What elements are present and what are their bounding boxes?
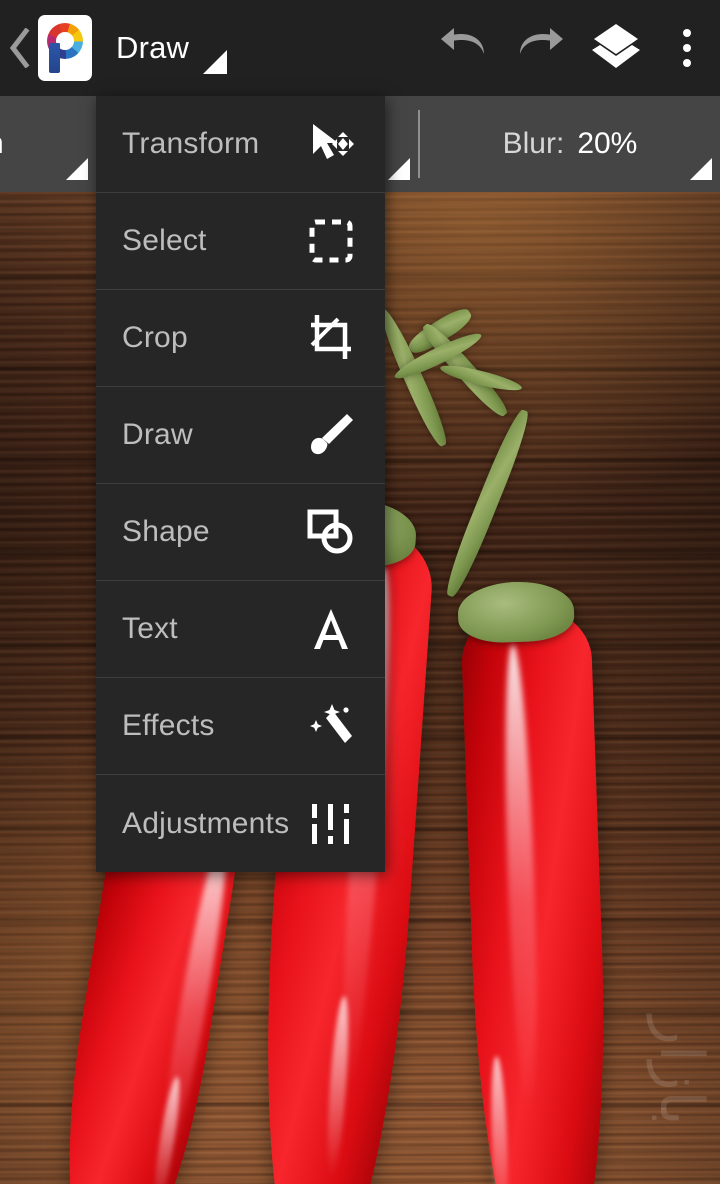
menu-item-transform[interactable]: Transform: [96, 96, 385, 193]
back-button[interactable]: [2, 0, 36, 96]
marquee-select-icon: [303, 213, 359, 269]
paintbrush-icon: [303, 407, 359, 463]
menu-item-effects[interactable]: Effects: [96, 678, 385, 775]
blur-value: 20%: [577, 127, 638, 160]
sliders-icon: [303, 796, 359, 852]
overflow-menu-button[interactable]: [654, 0, 720, 96]
menu-item-select[interactable]: Select: [96, 193, 385, 290]
shapes-icon: [303, 504, 359, 560]
undo-button[interactable]: [426, 0, 502, 96]
layers-icon: [590, 22, 642, 75]
cursor-move-icon: [303, 116, 359, 172]
menu-item-label: Shape: [122, 515, 210, 548]
menu-item-draw[interactable]: Draw: [96, 387, 385, 484]
blur-dropdown-triangle-icon: [690, 158, 712, 180]
menu-item-crop[interactable]: Crop: [96, 290, 385, 387]
crop-icon: [303, 310, 359, 366]
more-vertical-icon: [683, 29, 691, 67]
brush-selector[interactable]: sh: [0, 96, 96, 192]
menu-item-shape[interactable]: Shape: [96, 484, 385, 581]
brush-size-dropdown-triangle-icon: [388, 158, 410, 180]
menu-item-text[interactable]: Text: [96, 581, 385, 678]
redo-icon: [514, 26, 566, 71]
text-a-icon: [303, 601, 359, 657]
menu-item-adjustments[interactable]: Adjustments: [96, 775, 385, 872]
chevron-left-icon: [8, 28, 30, 68]
blur-selector[interactable]: Blur: 20%: [420, 96, 720, 192]
undo-icon: [438, 26, 490, 71]
top-app-bar: Draw: [0, 0, 720, 96]
menu-item-label: Crop: [122, 321, 188, 354]
brush-label: sh: [0, 127, 4, 161]
menu-item-label: Transform: [122, 127, 260, 160]
app-logo-button[interactable]: [38, 15, 92, 81]
menu-item-label: Effects: [122, 709, 215, 742]
layers-button[interactable]: [578, 0, 654, 96]
brush-dropdown-triangle-icon: [66, 158, 88, 180]
menu-item-label: Select: [122, 224, 207, 257]
magic-wand-icon: [303, 698, 359, 754]
page-title: Draw: [116, 30, 190, 65]
image-watermark: بازار: [648, 1016, 715, 1126]
menu-item-label: Text: [122, 612, 178, 645]
blur-label: Blur:: [502, 127, 565, 160]
menu-item-label: Adjustments: [122, 806, 290, 840]
redo-button[interactable]: [502, 0, 578, 96]
title-dropdown-triangle-icon: [203, 50, 228, 74]
menu-item-label: Draw: [122, 418, 193, 451]
tool-title-dropdown[interactable]: Draw: [116, 0, 239, 96]
picsart-editor-screen: بازار sh C 128px Blur: 20%: [0, 0, 720, 1184]
tool-dropdown-menu: Transform Select Crop Draw Shape Text Ef…: [96, 96, 385, 872]
picsart-logo-icon: [43, 21, 87, 75]
